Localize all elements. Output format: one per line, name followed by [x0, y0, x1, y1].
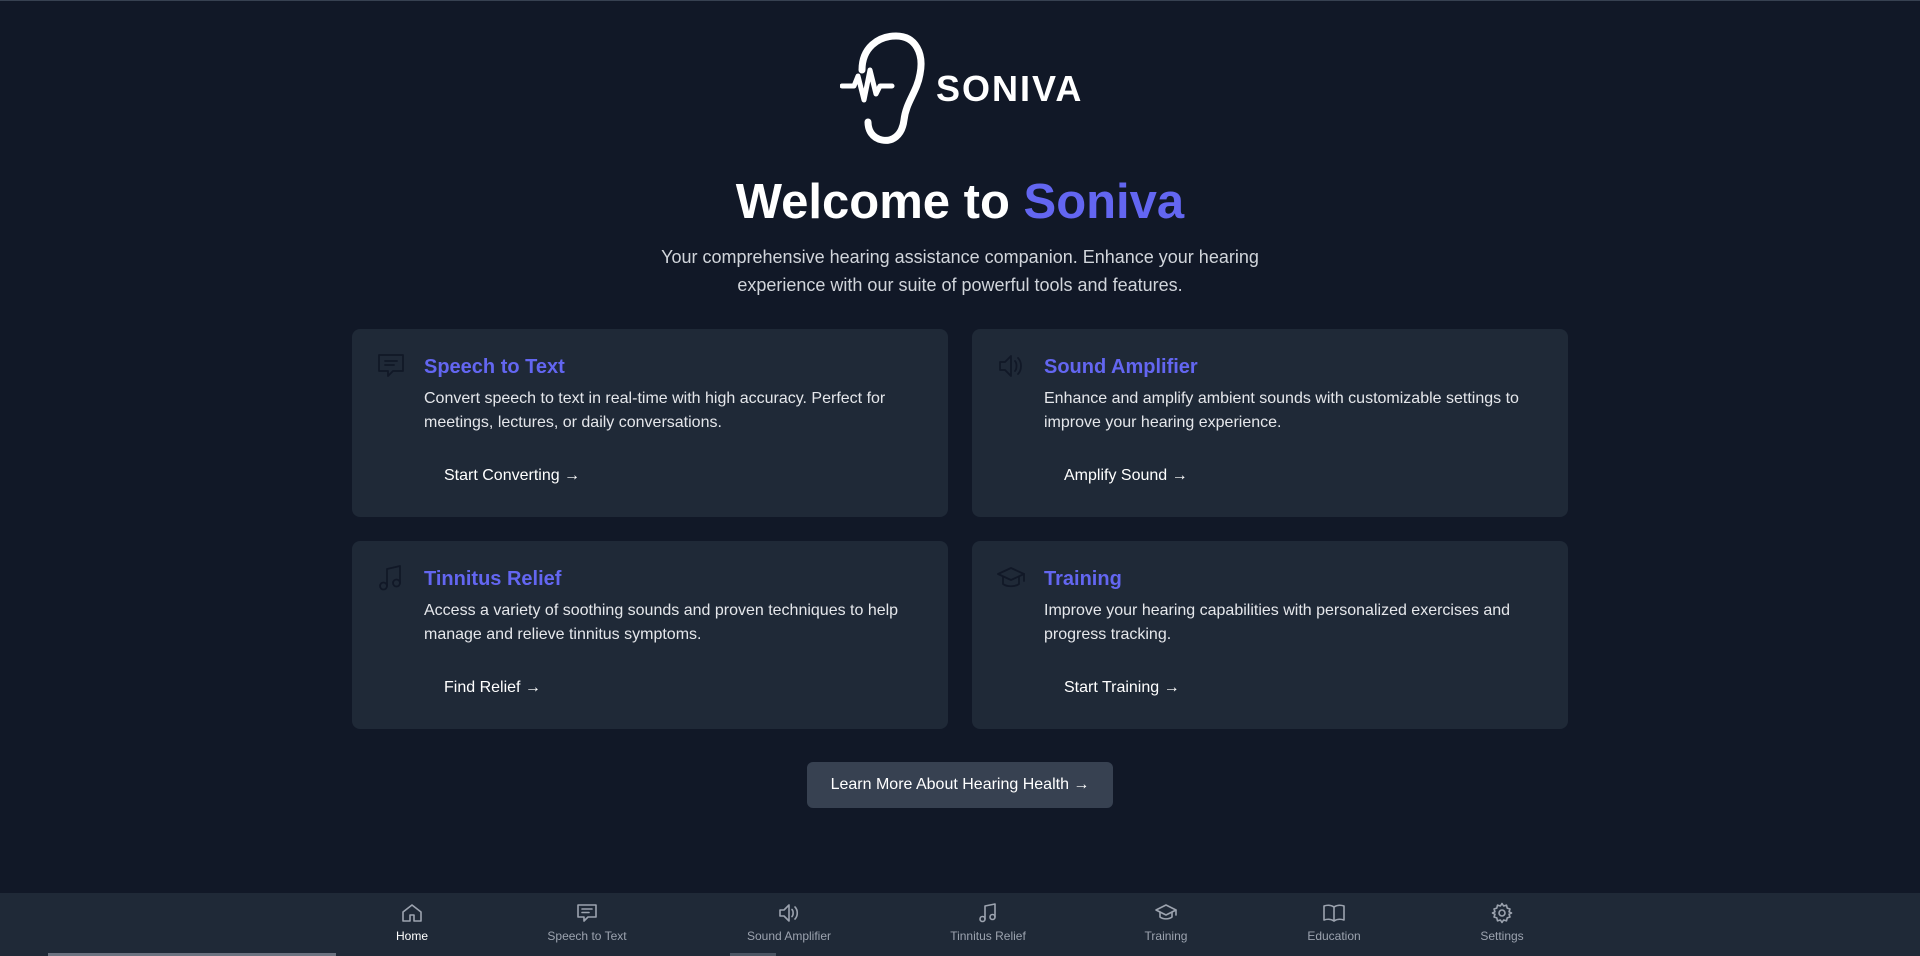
- nav-label: Home: [395, 929, 428, 943]
- nav-item-home[interactable]: Home: [342, 901, 482, 951]
- brand-logo[interactable]: SONIVA: [840, 30, 1083, 148]
- amplify-sound-button[interactable]: Amplify Sound →: [1044, 459, 1208, 493]
- speaker-icon: [999, 355, 1022, 377]
- nav-label: Sound Amplifier: [746, 929, 832, 943]
- nav-label: Tinnitus Relief: [950, 929, 1026, 943]
- nav-label: Settings: [1480, 929, 1524, 943]
- hero-title: Welcome to Soniva: [0, 172, 1920, 232]
- start-training-button[interactable]: Start Training →: [1044, 671, 1200, 705]
- graduation-cap-icon: [1155, 904, 1177, 920]
- find-relief-button[interactable]: Find Relief →: [424, 671, 561, 705]
- hero-title-prefix: Welcome to: [735, 175, 1024, 229]
- feature-card-sound-amplifier: Sound Amplifier Enhance and amplify ambi…: [972, 329, 1568, 517]
- chat-bubble-icon: [378, 354, 404, 377]
- bottom-nav: Home Speech to Text Sound Amplifier Tinn…: [0, 893, 1920, 956]
- nav-label: Education: [1307, 929, 1361, 943]
- card-description: Convert speech to text in real-time with…: [424, 390, 886, 431]
- learn-more-button[interactable]: Learn More About Hearing Health →: [807, 762, 1113, 808]
- card-description: Enhance and amplify ambient sounds with …: [1044, 390, 1519, 431]
- card-title: Training: [1044, 568, 1122, 590]
- feature-card-tinnitus-relief: Tinnitus Relief Access a variety of soot…: [352, 541, 948, 729]
- card-description: Improve your hearing capabilities with p…: [1044, 602, 1511, 643]
- music-note-icon: [979, 903, 996, 923]
- gear-icon: [1491, 902, 1513, 924]
- hero-subtitle: Your comprehensive hearing assistance co…: [661, 247, 1259, 295]
- nav-item-tinnitus-relief[interactable]: Tinnitus Relief: [918, 901, 1058, 951]
- music-note-icon: [379, 565, 401, 591]
- speaker-icon: [779, 904, 799, 922]
- nav-label: Speech to Text: [547, 929, 627, 943]
- feature-card-speech-to-text: Speech to Text Convert speech to text in…: [352, 329, 948, 517]
- nav-item-sound-amplifier[interactable]: Sound Amplifier: [719, 901, 859, 951]
- nav-item-training[interactable]: Training: [1096, 901, 1236, 951]
- card-title: Speech to Text: [424, 356, 565, 378]
- chat-bubble-icon: [577, 904, 597, 922]
- nav-item-speech-to-text[interactable]: Speech to Text: [517, 901, 657, 951]
- top-border: [0, 0, 1920, 1]
- brand-name: SONIVA: [936, 68, 1084, 109]
- graduation-cap-icon: [997, 567, 1025, 588]
- nav-label: Training: [1144, 929, 1188, 943]
- card-description: Access a variety of soothing sounds and …: [424, 602, 899, 643]
- ear-waveform-icon: [840, 32, 925, 144]
- card-title: Tinnitus Relief: [424, 568, 562, 590]
- feature-card-training: Training Improve your hearing capabiliti…: [972, 541, 1568, 729]
- start-converting-button[interactable]: Start Converting →: [424, 459, 600, 493]
- home-icon: [402, 904, 422, 922]
- nav-item-settings[interactable]: Settings: [1432, 901, 1572, 951]
- card-title: Sound Amplifier: [1044, 356, 1198, 378]
- hero-title-accent: Soniva: [1023, 175, 1185, 229]
- nav-item-education[interactable]: Education: [1264, 901, 1404, 951]
- book-icon: [1323, 904, 1345, 922]
